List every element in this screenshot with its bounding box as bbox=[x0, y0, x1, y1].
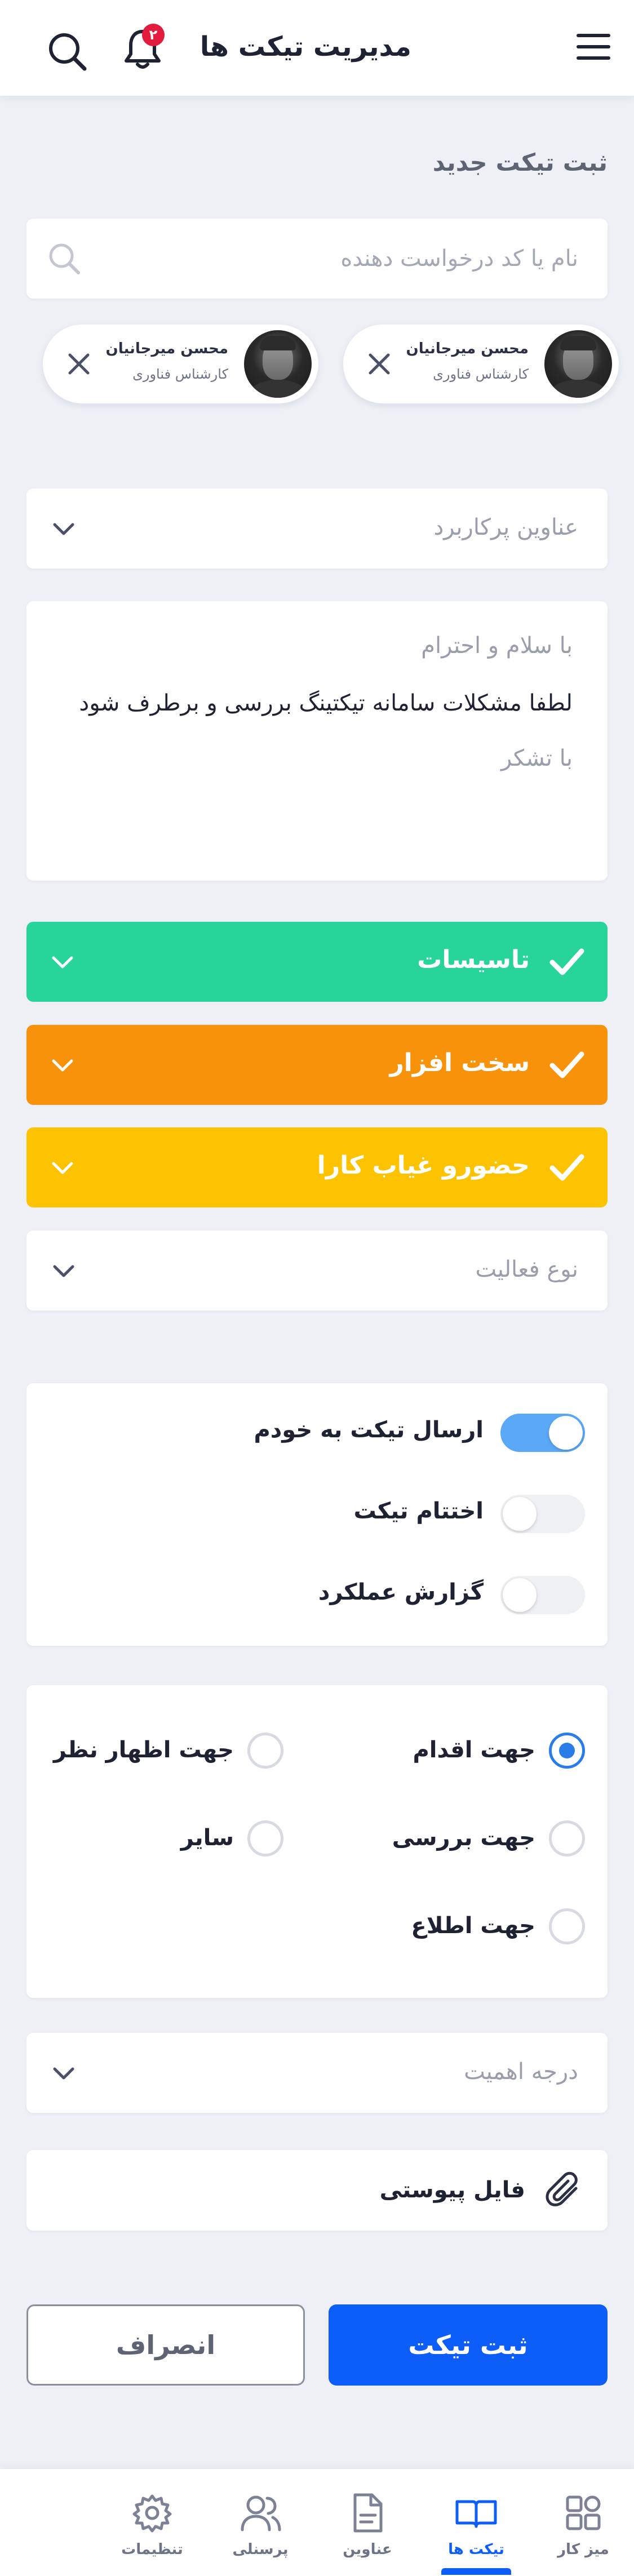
recipient-name: محسن میرجانیان bbox=[406, 340, 529, 357]
cancel-button[interactable]: انصراف bbox=[26, 2304, 305, 2386]
radio-label: سایر bbox=[180, 1825, 234, 1851]
priority-label: درجه اهمیت bbox=[464, 2059, 578, 2085]
activity-type-dropdown[interactable]: نوع فعالیت bbox=[26, 1231, 608, 1311]
radio-for-review[interactable]: جهت بررسی bbox=[348, 1815, 585, 1860]
submit-ticket-button[interactable]: ثبت تیکت bbox=[329, 2304, 608, 2386]
purpose-radio-group: جهت اقدام جهت اظهار نظر جهت بررسی سایر ج… bbox=[26, 1685, 608, 1998]
close-icon[interactable] bbox=[366, 350, 393, 377]
nav-item-titles[interactable]: عناوین bbox=[317, 2469, 418, 2576]
page-title: مدیریت تیکت ها bbox=[199, 31, 411, 63]
toggle-row-close-ticket: اختتام تیکت bbox=[26, 1488, 608, 1539]
chevron-down-icon bbox=[53, 2067, 74, 2080]
app-header: مدیریت تیکت ها ۲ bbox=[0, 0, 634, 96]
radio-label: جهت اظهار نظر bbox=[53, 1737, 234, 1763]
notification-badge: ۲ bbox=[142, 24, 165, 46]
recipient-role: کارشناس فناوری bbox=[132, 366, 228, 382]
nav-label: پرسنلی bbox=[232, 2541, 289, 2558]
send-to-self-toggle[interactable] bbox=[500, 1414, 585, 1452]
document-icon bbox=[353, 2493, 383, 2533]
category-label: سخت افزار bbox=[389, 1049, 530, 1077]
search-field bbox=[26, 219, 608, 299]
search-icon[interactable] bbox=[46, 30, 88, 72]
nav-label: میز کار bbox=[557, 2541, 609, 2558]
avatar bbox=[544, 330, 612, 398]
dashboard-icon bbox=[566, 2495, 601, 2530]
recipient-role: کارشناس فناوری bbox=[433, 366, 529, 382]
category-attendance[interactable]: حضورو غیاب کارا bbox=[26, 1127, 608, 1207]
performance-report-toggle[interactable] bbox=[500, 1576, 585, 1614]
check-icon bbox=[549, 1154, 584, 1181]
bottom-nav: میز کار تیکت ها عناوین پرسنلی تنظیمات bbox=[0, 2469, 634, 2576]
radio-for-information[interactable]: جهت اطلاع bbox=[348, 1903, 585, 1948]
section-title: ثبت تیکت جدید bbox=[432, 149, 608, 177]
message-line: لطفا مشکلات سامانه تیکتینگ بررسی و برطرف… bbox=[79, 690, 573, 716]
check-icon bbox=[549, 1051, 584, 1078]
menu-icon[interactable] bbox=[573, 34, 610, 63]
attachment-label: فایل پیوستی bbox=[379, 2177, 525, 2203]
close-icon[interactable] bbox=[65, 350, 92, 377]
radio-for-opinion[interactable]: جهت اظهار نظر bbox=[47, 1727, 283, 1772]
radio-for-action[interactable]: جهت اقدام bbox=[348, 1727, 585, 1772]
category-hardware[interactable]: سخت افزار bbox=[26, 1025, 608, 1105]
activity-type-label: نوع فعالیت bbox=[475, 1256, 578, 1282]
chevron-down-icon bbox=[52, 956, 73, 969]
nav-label: عناوین bbox=[343, 2541, 392, 2558]
options-card: ارسال تیکت به خودم اختتام تیکت گزارش عمل… bbox=[26, 1383, 608, 1646]
search-input[interactable] bbox=[116, 240, 578, 277]
titles-dropdown-label: عناوین پرکاربرد bbox=[433, 514, 578, 540]
message-line: با سلام و احترام bbox=[421, 633, 573, 659]
avatar bbox=[244, 330, 312, 398]
toggle-row-performance-report: گزارش عملکرد bbox=[26, 1569, 608, 1620]
chevron-down-icon bbox=[53, 1265, 74, 1277]
priority-dropdown[interactable]: درجه اهمیت bbox=[26, 2033, 608, 2113]
nav-item-personnel[interactable]: پرسنلی bbox=[210, 2469, 311, 2576]
recipient-chip: محسن میرجانیان کارشناس فناوری bbox=[43, 325, 318, 403]
toggle-label: ارسال تیکت به خودم bbox=[254, 1417, 484, 1443]
ticket-book-icon bbox=[455, 2500, 497, 2528]
toggle-label: اختتام تیکت bbox=[353, 1498, 484, 1524]
recipient-chip: محسن میرجانیان کارشناس فناوری bbox=[343, 325, 619, 403]
toggle-row-send-to-self: ارسال تیکت به خودم bbox=[26, 1407, 608, 1458]
nav-item-tickets[interactable]: تیکت ها bbox=[425, 2469, 527, 2576]
close-ticket-toggle[interactable] bbox=[500, 1495, 585, 1533]
search-icon bbox=[49, 243, 80, 274]
message-textarea[interactable]: با سلام و احترام لطفا مشکلات سامانه تیکت… bbox=[26, 601, 608, 881]
radio-other[interactable]: سایر bbox=[47, 1815, 283, 1860]
chevron-down-icon bbox=[52, 1059, 73, 1072]
nav-item-settings[interactable]: تنظیمات bbox=[101, 2469, 203, 2576]
category-label: حضورو غیاب کارا bbox=[317, 1151, 530, 1180]
chevron-down-icon bbox=[53, 523, 74, 535]
paperclip-icon bbox=[546, 2171, 578, 2206]
category-label: تاسیسات bbox=[417, 945, 530, 974]
gear-icon bbox=[132, 2494, 172, 2533]
recipient-name: محسن میرجانیان bbox=[105, 340, 228, 357]
active-nav-indicator bbox=[441, 2568, 511, 2575]
nav-label: تنظیمات bbox=[121, 2541, 183, 2558]
chevron-down-icon bbox=[52, 1162, 73, 1174]
check-icon bbox=[549, 948, 584, 975]
attachment-button[interactable]: فایل پیوستی bbox=[26, 2150, 608, 2231]
radio-label: جهت اقدام bbox=[413, 1737, 535, 1763]
radio-label: جهت بررسی bbox=[392, 1825, 535, 1851]
nav-label: تیکت ها bbox=[448, 2541, 504, 2558]
toggle-label: گزارش عملکرد bbox=[318, 1579, 484, 1605]
nav-item-dashboard[interactable]: میز کار bbox=[533, 2469, 634, 2576]
users-icon bbox=[241, 2495, 281, 2531]
message-line: با تشکر bbox=[500, 745, 573, 771]
category-facilities[interactable]: تاسیسات bbox=[26, 922, 608, 1002]
titles-dropdown[interactable]: عناوین پرکاربرد bbox=[26, 488, 608, 569]
radio-label: جهت اطلاع bbox=[411, 1913, 535, 1939]
